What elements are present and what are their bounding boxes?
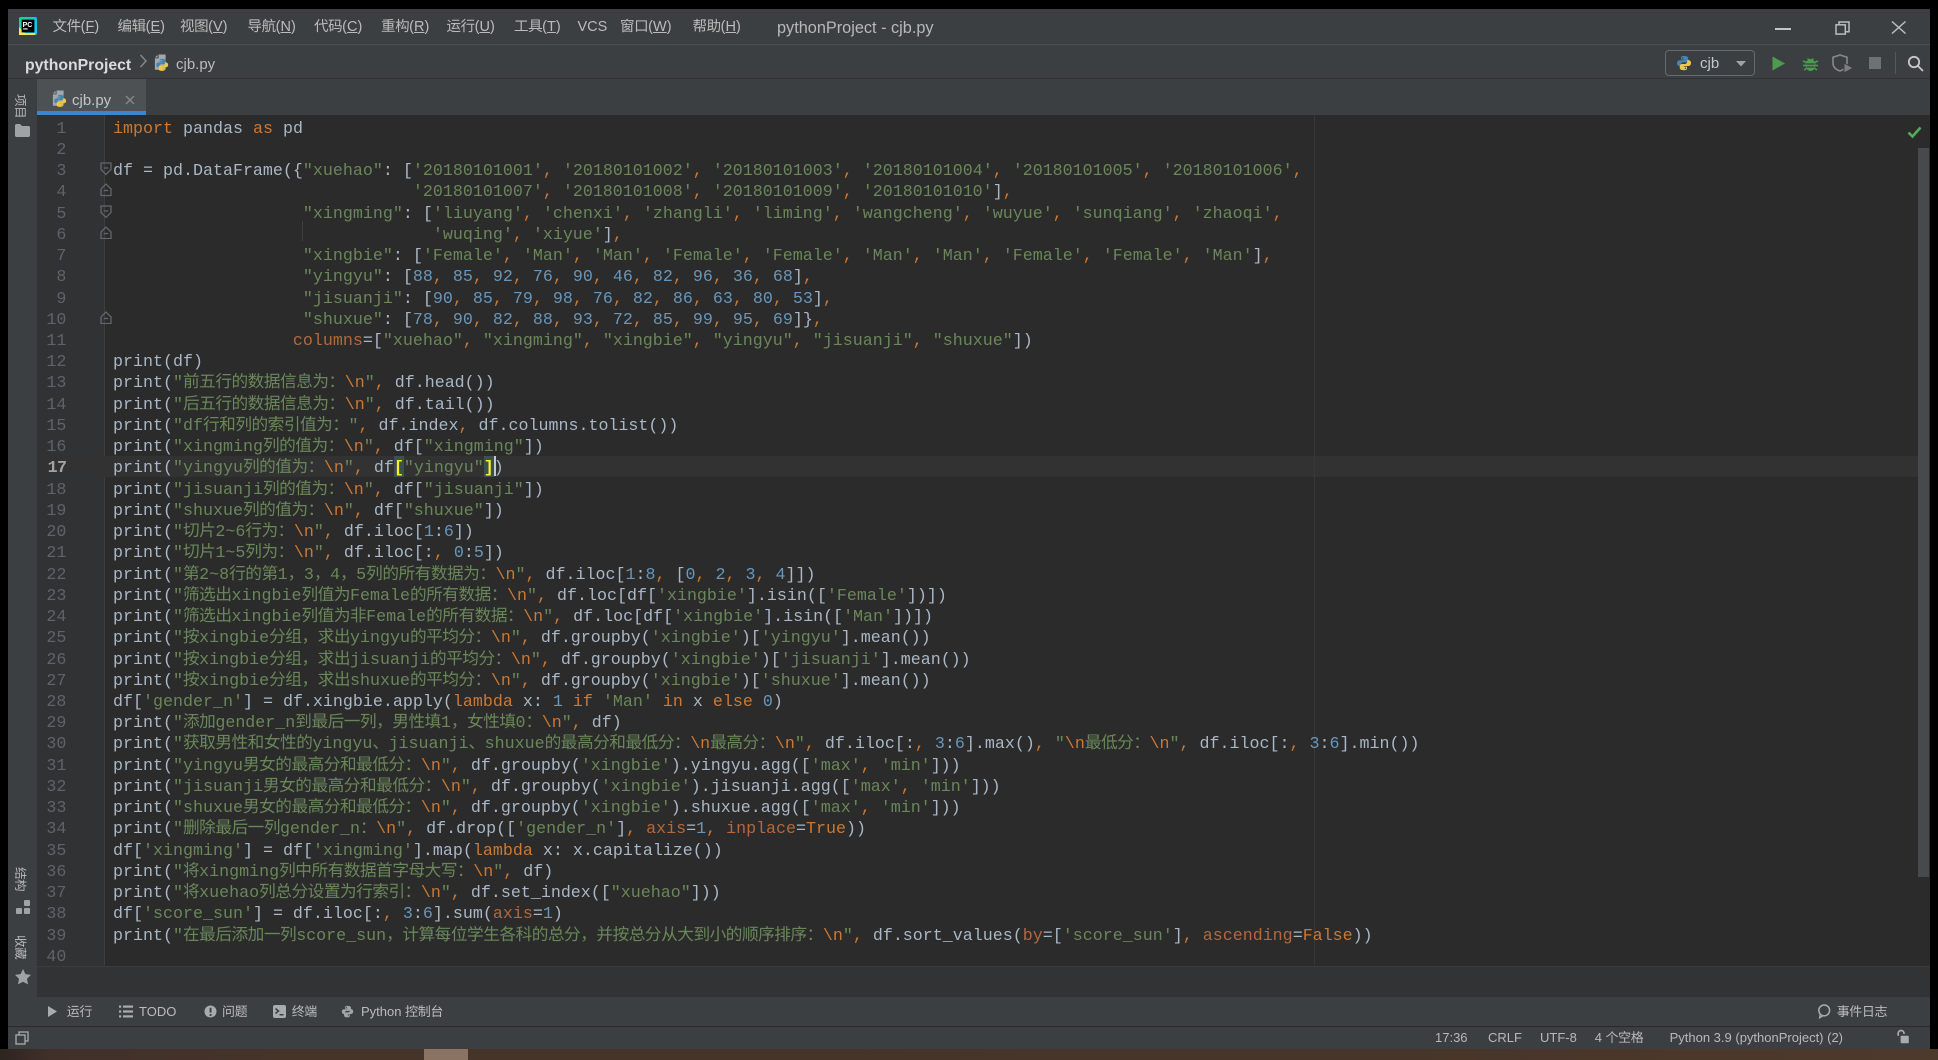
svg-text:PC: PC xyxy=(23,22,33,29)
